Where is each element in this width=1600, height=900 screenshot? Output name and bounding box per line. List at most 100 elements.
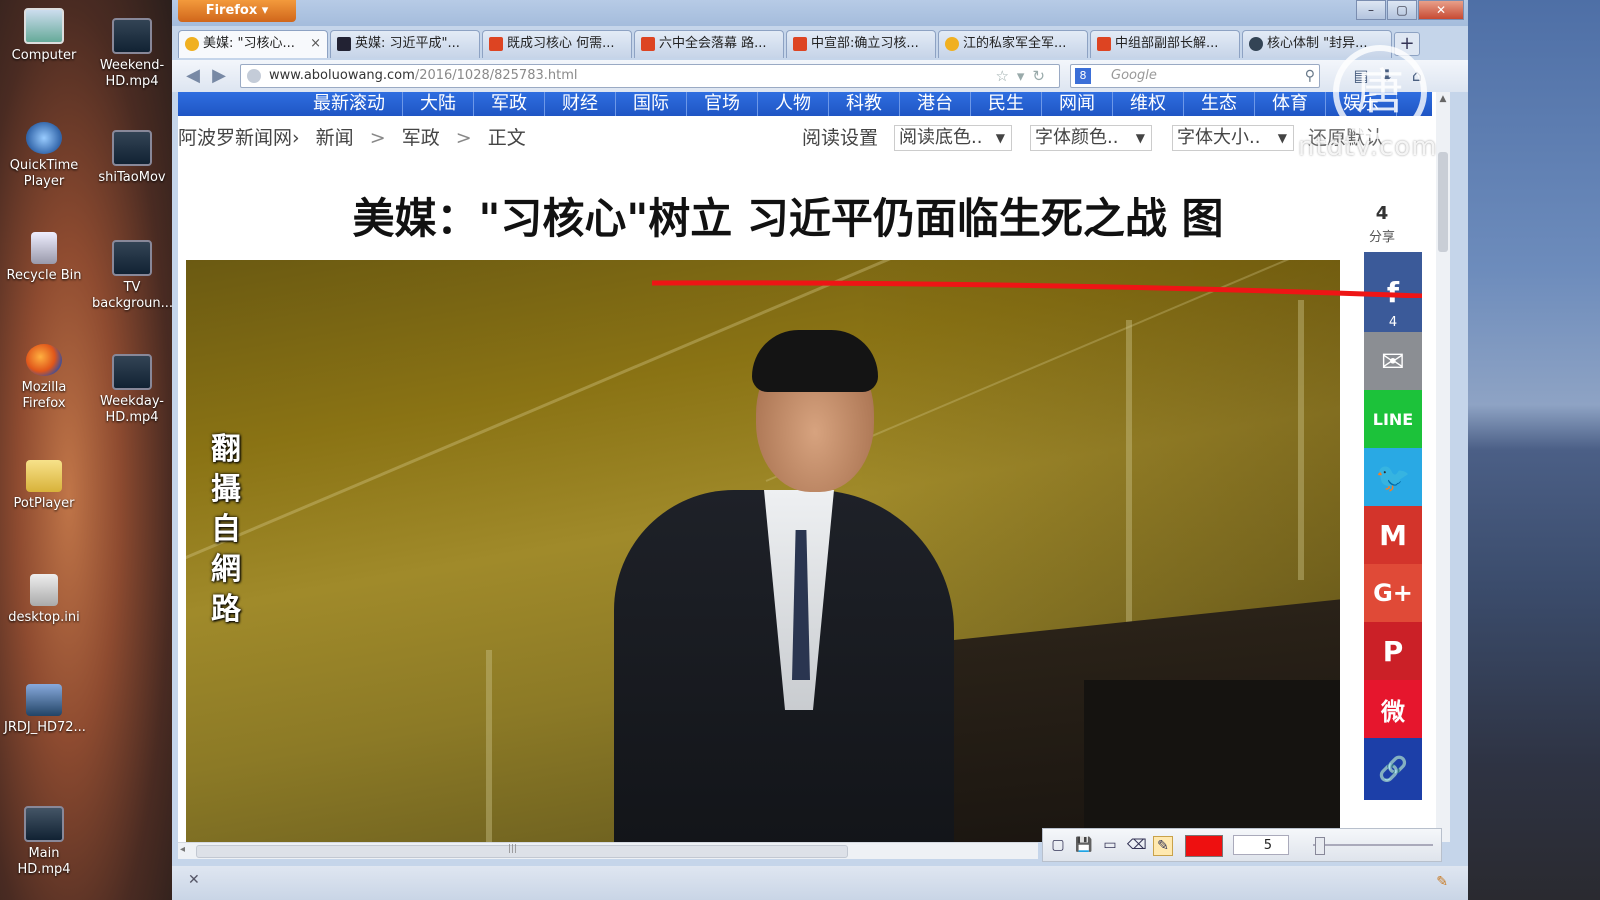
site-nav-item[interactable]: 港台 xyxy=(900,92,971,116)
site-nav-item[interactable]: 科教 xyxy=(829,92,900,116)
tab-close-icon[interactable]: × xyxy=(310,31,321,57)
facebook-share-button[interactable]: f 4 xyxy=(1364,252,1422,332)
scroll-up-icon[interactable]: ▲ xyxy=(1436,92,1450,106)
bookmark-star-icon[interactable]: ☆ xyxy=(995,67,1016,85)
favicon-icon xyxy=(1249,37,1263,51)
pen-icon[interactable]: ✎ xyxy=(1153,836,1173,856)
font-size-select[interactable]: 字体大小.. ▼ xyxy=(1172,125,1294,151)
pen-size-stepper[interactable]: 5 xyxy=(1233,835,1289,855)
weibo-share-button[interactable]: 微 xyxy=(1364,680,1422,738)
tab-label: 中宣部:确立习核... xyxy=(811,36,919,51)
dropdown-arrow-icon[interactable]: ▾ xyxy=(1017,67,1033,85)
google-icon[interactable]: 8 xyxy=(1075,68,1091,84)
maximize-button[interactable]: ▢ xyxy=(1387,0,1417,20)
page-content: 最新滚动 大陆 军政 财经 国际 官场 人物 科教 港台 民生 网闻 维权 生态… xyxy=(178,92,1450,842)
horizontal-scrollbar[interactable]: ◂ ||| xyxy=(178,842,1038,859)
desktop-icon-label: Weekend-HD.mp4 xyxy=(99,58,165,89)
firefox-menu-button[interactable]: Firefox ▾ xyxy=(178,0,296,22)
url-actions: ☆▾↻ xyxy=(995,65,1053,87)
desktop-icon-desktop-ini[interactable]: desktop.ini xyxy=(4,574,84,626)
site-nav-item[interactable]: 军政 xyxy=(474,92,545,116)
desktop-icon-label: Weekday-HD.mp4 xyxy=(100,394,164,425)
tab[interactable]: 六中全会落幕 路... xyxy=(634,30,784,58)
window-controls: – ▢ ✕ xyxy=(1355,0,1464,20)
search-icon[interactable]: ⚲ xyxy=(1305,65,1315,87)
save-icon[interactable]: 💾 xyxy=(1075,836,1093,854)
site-nav-item[interactable]: 官场 xyxy=(687,92,758,116)
site-nav-item[interactable]: 生态 xyxy=(1184,92,1255,116)
scrollbar-thumb[interactable] xyxy=(196,845,848,858)
desktop-icon-label: JRDJ_HD72... xyxy=(4,720,86,735)
site-nav-item[interactable]: 网闻 xyxy=(1042,92,1113,116)
chevron-down-icon: ▼ xyxy=(1277,131,1287,145)
tab[interactable]: 中宣部:确立习核... xyxy=(786,30,936,58)
pen-size-value: 5 xyxy=(1263,838,1272,853)
desktop-icon-quicktime[interactable]: QuickTime Player xyxy=(4,122,84,190)
tab[interactable]: 江的私家军全军... xyxy=(938,30,1088,58)
tab-label: 六中全会落幕 路... xyxy=(659,36,767,51)
tab[interactable]: 既成习核心 何需... xyxy=(482,30,632,58)
pencil-icon[interactable]: ✎ xyxy=(1436,874,1448,890)
color-swatch[interactable] xyxy=(1185,835,1223,857)
breadcrumb-section[interactable]: 军政 xyxy=(402,127,440,149)
site-nav-item[interactable]: 大陆 xyxy=(403,92,474,116)
desktop-icon-firefox[interactable]: Mozilla Firefox xyxy=(4,344,84,412)
site-nav-item[interactable]: 人物 xyxy=(758,92,829,116)
site-nav-item[interactable]: 体育 xyxy=(1255,92,1326,116)
pinterest-share-button[interactable]: P xyxy=(1364,622,1422,680)
desktop-icon-computer[interactable]: Computer xyxy=(4,8,84,64)
minimize-button[interactable]: – xyxy=(1356,0,1386,20)
video-file-icon xyxy=(24,806,64,842)
scroll-left-icon[interactable]: ◂ xyxy=(180,843,185,857)
address-bar[interactable]: www.aboluowang.com/2016/1028/825783.html… xyxy=(240,64,1060,88)
desktop-icon-weekday-video[interactable]: Weekday-HD.mp4 xyxy=(92,354,172,426)
breadcrumb-current: 正文 xyxy=(487,127,526,149)
line-share-button[interactable]: LINE xyxy=(1364,390,1422,448)
capture-icon[interactable]: ▭ xyxy=(1101,836,1119,854)
background-color-select[interactable]: 阅读底色.. ▼ xyxy=(894,125,1012,151)
eraser-icon[interactable]: ⌫ xyxy=(1127,836,1147,854)
scrollbar-thumb[interactable] xyxy=(1438,152,1448,252)
favicon-icon xyxy=(641,37,655,51)
gmail-share-button[interactable]: M xyxy=(1364,506,1422,564)
font-color-select[interactable]: 字体颜色.. ▼ xyxy=(1030,125,1152,151)
copy-link-button[interactable]: 🔗 xyxy=(1364,738,1422,800)
back-arrow-icon[interactable]: ◀ xyxy=(182,66,204,86)
googleplus-share-button[interactable]: G+ xyxy=(1364,564,1422,622)
tab-active[interactable]: 美媒: "习核心... × xyxy=(178,30,328,58)
site-nav-item[interactable]: 民生 xyxy=(971,92,1042,116)
desktop-icon-main-video[interactable]: Main HD.mp4 xyxy=(4,806,84,878)
close-window-button[interactable]: ✕ xyxy=(1418,0,1464,20)
pen-size-slider[interactable] xyxy=(1313,844,1433,846)
desktop-icon-shitaomov[interactable]: shiTaoMov xyxy=(92,130,172,186)
url-text[interactable]: www.aboluowang.com/2016/1028/825783.html xyxy=(269,65,578,87)
site-nav-item[interactable]: 维权 xyxy=(1113,92,1184,116)
desktop-icon-recycle-bin[interactable]: Recycle Bin xyxy=(4,232,84,284)
video-file-icon xyxy=(26,684,62,716)
tab-label: 既成习核心 何需... xyxy=(507,36,615,51)
tab[interactable]: 中组部副部长解... xyxy=(1090,30,1240,58)
settings-file-icon xyxy=(30,574,58,606)
desktop-icon-weekend-video[interactable]: Weekend-HD.mp4 xyxy=(92,18,172,90)
tab[interactable]: 英媒: 习近平成"... xyxy=(330,30,480,58)
breadcrumb: 阿波罗新闻网› 新闻 > 军政 > 正文 xyxy=(178,120,536,156)
desktop-icon-tv-background[interactable]: TV backgroun... xyxy=(92,240,173,312)
chevron-down-icon: ▼ xyxy=(1135,131,1145,145)
desktop-icon-jrdj[interactable]: JRDJ_HD72... xyxy=(4,684,86,736)
vertical-scrollbar[interactable]: ▲ xyxy=(1436,92,1450,842)
breadcrumb-home[interactable]: 阿波罗新闻网› xyxy=(178,127,300,149)
twitter-share-button[interactable]: 🐦 xyxy=(1364,448,1422,506)
slider-handle[interactable] xyxy=(1315,837,1325,855)
desktop-icon-potplayer[interactable]: PotPlayer xyxy=(4,460,84,512)
favicon-icon xyxy=(945,37,959,51)
site-nav-item[interactable]: 最新滚动 xyxy=(296,92,403,116)
email-share-button[interactable]: ✉ xyxy=(1364,332,1422,390)
site-nav-item[interactable]: 财经 xyxy=(545,92,616,116)
site-nav-item[interactable]: 国际 xyxy=(616,92,687,116)
new-canvas-icon[interactable]: ▢ xyxy=(1049,836,1067,854)
breadcrumb-news[interactable]: 新闻 xyxy=(316,127,354,149)
search-bar[interactable]: 8 Google ⚲ xyxy=(1070,64,1320,88)
close-addon-bar-icon[interactable]: ✕ xyxy=(188,872,200,888)
reload-icon[interactable]: ↻ xyxy=(1032,67,1053,85)
forward-arrow-icon[interactable]: ▶ xyxy=(208,66,230,86)
